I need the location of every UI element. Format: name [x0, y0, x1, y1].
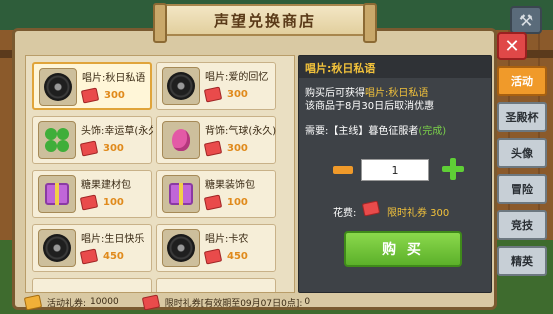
cost-label: 花费:	[333, 208, 357, 219]
ticket-icon	[79, 248, 99, 265]
shop-panel: 唱片:秋日私语 300 唱片:爱的回忆 300 头饰:幸运草(永久 300 背饰	[12, 28, 497, 311]
item-name: 唱片:卡农	[205, 234, 249, 245]
limited-ticket-icon	[141, 293, 160, 311]
candy-pack-icon	[162, 175, 200, 213]
tab-activity[interactable]: 活动	[497, 66, 547, 96]
limited-ticket-label: 限时礼券[有效期至09月07日0点]:	[164, 298, 303, 309]
close-icon[interactable]: ✕	[497, 32, 527, 60]
vinyl-record-icon	[39, 68, 77, 106]
item-price: 100	[227, 197, 248, 208]
item-price: 300	[104, 90, 125, 101]
shop-item[interactable]: 糖果装饰包 100	[156, 170, 276, 218]
item-price: 450	[227, 251, 248, 262]
item-name: 唱片:爱的回忆	[205, 72, 269, 83]
shop-item[interactable]: 唱片:卡农 450	[156, 224, 276, 272]
limited-ticket-value: 0	[304, 297, 311, 307]
shop-item[interactable]: 唱片:生日快乐 450	[32, 224, 152, 272]
tab-avatar[interactable]: 头像	[497, 138, 547, 168]
balloon-icon	[162, 121, 200, 159]
shop-item[interactable]: 唱片:爱的回忆 300	[156, 62, 276, 110]
requirement-status: (完成)	[418, 126, 447, 137]
tab-elite[interactable]: 精英	[497, 246, 547, 276]
detail-requirement-line: 需要:【主线】暮色征服者(完成)	[305, 122, 446, 137]
shop-title-banner: 声望兑换商店	[153, 3, 377, 43]
ticket-icon	[361, 200, 381, 217]
detail-discount-line: 该商品于8月30日后取消优惠	[305, 101, 435, 112]
tab-competitive[interactable]: 竞技	[497, 210, 547, 240]
item-price: 300	[103, 143, 124, 154]
shop-item[interactable]: 背饰:气球(永久) 300	[156, 116, 276, 164]
item-price: 450	[103, 251, 124, 262]
ticket-icon	[79, 194, 99, 211]
vinyl-record-icon	[38, 229, 76, 267]
quantity-minus-button[interactable]	[333, 166, 353, 174]
item-price: 300	[227, 143, 248, 154]
requirement-text: 需要:【主线】暮色征服者	[305, 126, 419, 137]
item-name: 糖果建材包	[81, 180, 131, 191]
buy-button[interactable]: 购 买	[344, 231, 462, 267]
vinyl-record-icon	[162, 67, 200, 105]
shop-item[interactable]: 头饰:幸运草(永久 300	[32, 116, 153, 164]
item-name: 背饰:气球(永久)	[205, 126, 277, 137]
ticket-icon	[203, 140, 223, 157]
detail-title: 唱片:秋日私语	[299, 56, 491, 78]
hammer-icon[interactable]: ⚒	[510, 6, 542, 34]
item-name: 糖果装饰包	[205, 180, 255, 191]
quantity-input[interactable]	[361, 159, 429, 181]
item-name: 头饰:幸运草(永久	[81, 126, 153, 137]
currency-bar: 活动礼券: 10000 限时礼券[有效期至09月07日0点]: 0	[23, 293, 492, 311]
item-name: 唱片:生日快乐	[81, 234, 145, 245]
ticket-icon	[203, 194, 223, 211]
tab-adventure[interactable]: 冒险	[497, 174, 547, 204]
clover-icon	[38, 121, 76, 159]
item-price: 300	[227, 89, 248, 100]
quantity-plus-button[interactable]	[442, 158, 464, 180]
shop-item[interactable]: 唱片:秋日私语 300	[32, 62, 152, 110]
ticket-icon	[203, 248, 223, 265]
item-price: 100	[103, 197, 124, 208]
ticket-icon	[80, 87, 100, 104]
shop-item[interactable]: 糖果建材包 100	[32, 170, 152, 218]
shop-item-list[interactable]: 唱片:秋日私语 300 唱片:爱的回忆 300 头饰:幸运草(永久 300 背饰	[25, 55, 295, 293]
ticket-icon	[203, 86, 223, 103]
item-detail-panel: 唱片:秋日私语 购买后可获得唱片:秋日私语 该商品于8月30日后取消优惠 需要:…	[298, 55, 492, 293]
activity-ticket-label: 活动礼券:	[47, 298, 87, 309]
shop-item-partial[interactable]	[156, 278, 276, 292]
tab-temple-cup[interactable]: 圣殿杯	[497, 102, 547, 132]
activity-ticket-icon	[23, 293, 43, 311]
ticket-icon	[79, 140, 99, 157]
activity-ticket-value: 10000	[90, 297, 119, 307]
vinyl-record-icon	[162, 229, 200, 267]
candy-pack-icon	[38, 175, 76, 213]
shop-title: 声望兑换商店	[213, 11, 316, 30]
shop-item-partial[interactable]	[32, 278, 152, 292]
cost-value: 限时礼券 300	[387, 208, 450, 219]
item-name: 唱片:秋日私语	[82, 73, 146, 84]
